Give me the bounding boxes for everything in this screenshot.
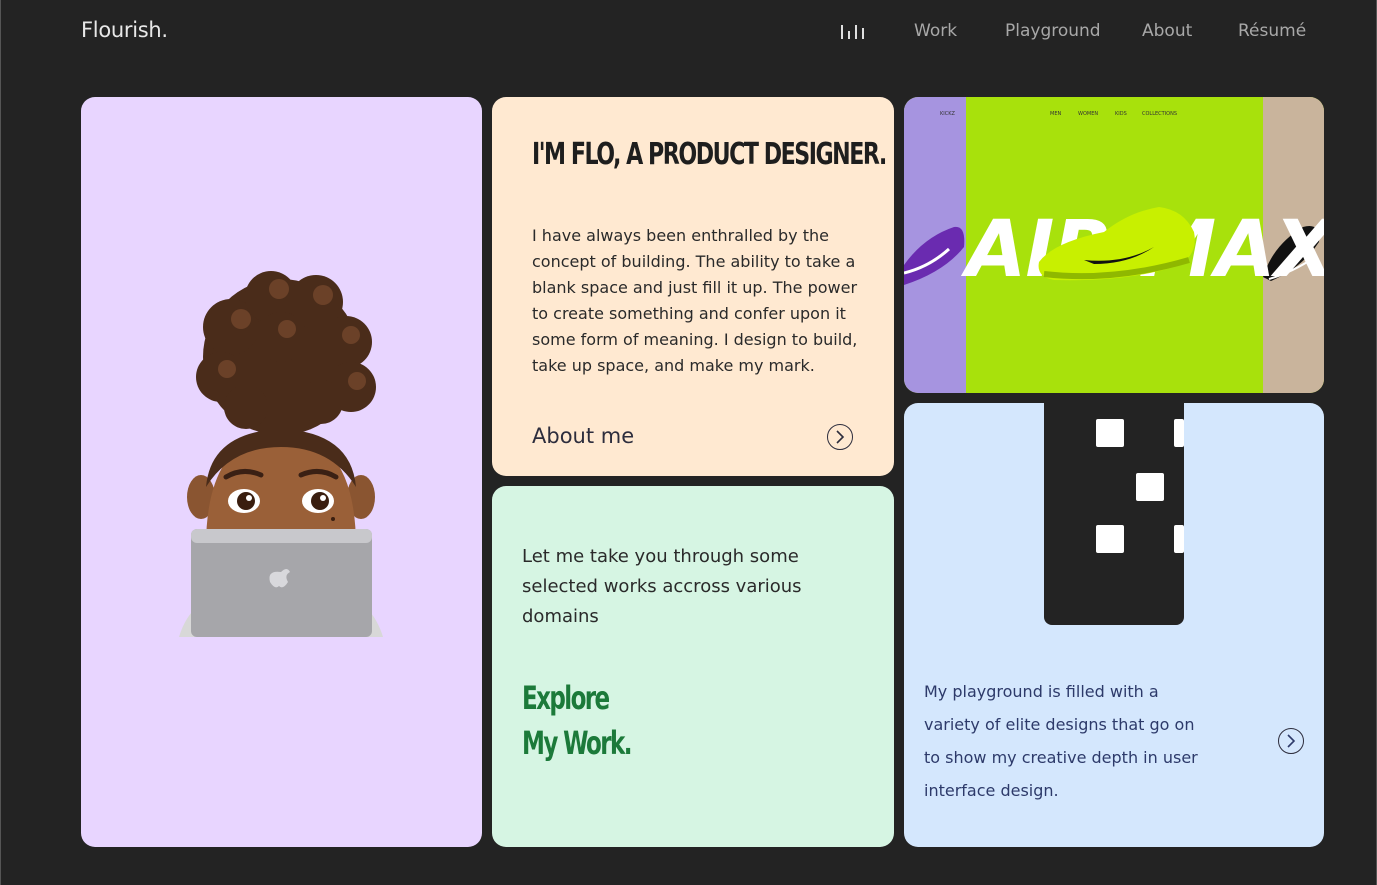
intro-title: I'M FLO, A PRODUCT DESIGNER. (532, 137, 887, 172)
playground-preview (1044, 403, 1184, 625)
about-me-link[interactable]: About me (532, 424, 634, 448)
chevron-right-icon (1287, 734, 1296, 748)
my-work-line: My Work. (522, 724, 633, 762)
site-logo[interactable]: Flourish. (81, 18, 168, 42)
nav-playground[interactable]: Playground (1005, 21, 1101, 41)
playground-body: My playground is filled with a variety o… (924, 682, 1198, 800)
purple-shoe-image (904, 226, 965, 285)
about-me-arrow-button[interactable] (827, 424, 853, 450)
preview-thumbnail (1136, 473, 1164, 501)
explore-line: Explore (522, 679, 610, 717)
preview-thumbnail (1096, 525, 1124, 553)
green-sneaker-image (1038, 207, 1195, 281)
avatar-card (81, 97, 482, 847)
chevron-right-icon (836, 430, 845, 444)
preview-thumbnail (1174, 419, 1184, 447)
explore-work-link[interactable]: Explore My Work. (522, 676, 633, 766)
preview-thumbnail (1174, 525, 1184, 553)
shoe-brand: KICKZ (940, 111, 955, 117)
intro-body: I have always been enthralled by the con… (532, 226, 858, 375)
shoe-nav-women: WOMEN (1078, 111, 1099, 117)
nav-work[interactable]: Work (914, 21, 957, 41)
work-card[interactable]: Let me take you through some selected wo… (492, 486, 894, 847)
work-body: Let me take you through some selected wo… (522, 546, 802, 627)
playground-card[interactable]: My playground is filled with a variety o… (904, 403, 1324, 847)
preview-thumbnail (1096, 419, 1124, 447)
sound-bars-icon[interactable] (841, 23, 865, 39)
air-max-project-card[interactable]: KICKZ MEN WOMEN KIDS COLLECTIONS AIR MAX (904, 97, 1324, 393)
nav-about[interactable]: About (1142, 21, 1192, 41)
shoe-left-panel (904, 97, 966, 393)
shoe-nav-kids: KIDS (1115, 111, 1127, 117)
shoe-nav-collections: COLLECTIONS (1142, 111, 1178, 117)
playground-arrow-button[interactable] (1278, 728, 1304, 754)
shoe-nav-men: MEN (1050, 111, 1062, 117)
memoji-avatar-illustration (179, 271, 383, 637)
intro-card: I'M FLO, A PRODUCT DESIGNER. I have alwa… (492, 97, 894, 476)
site-header: Flourish. Work Playground About Résumé (0, 0, 1377, 62)
nav-resume[interactable]: Résumé (1238, 21, 1306, 41)
